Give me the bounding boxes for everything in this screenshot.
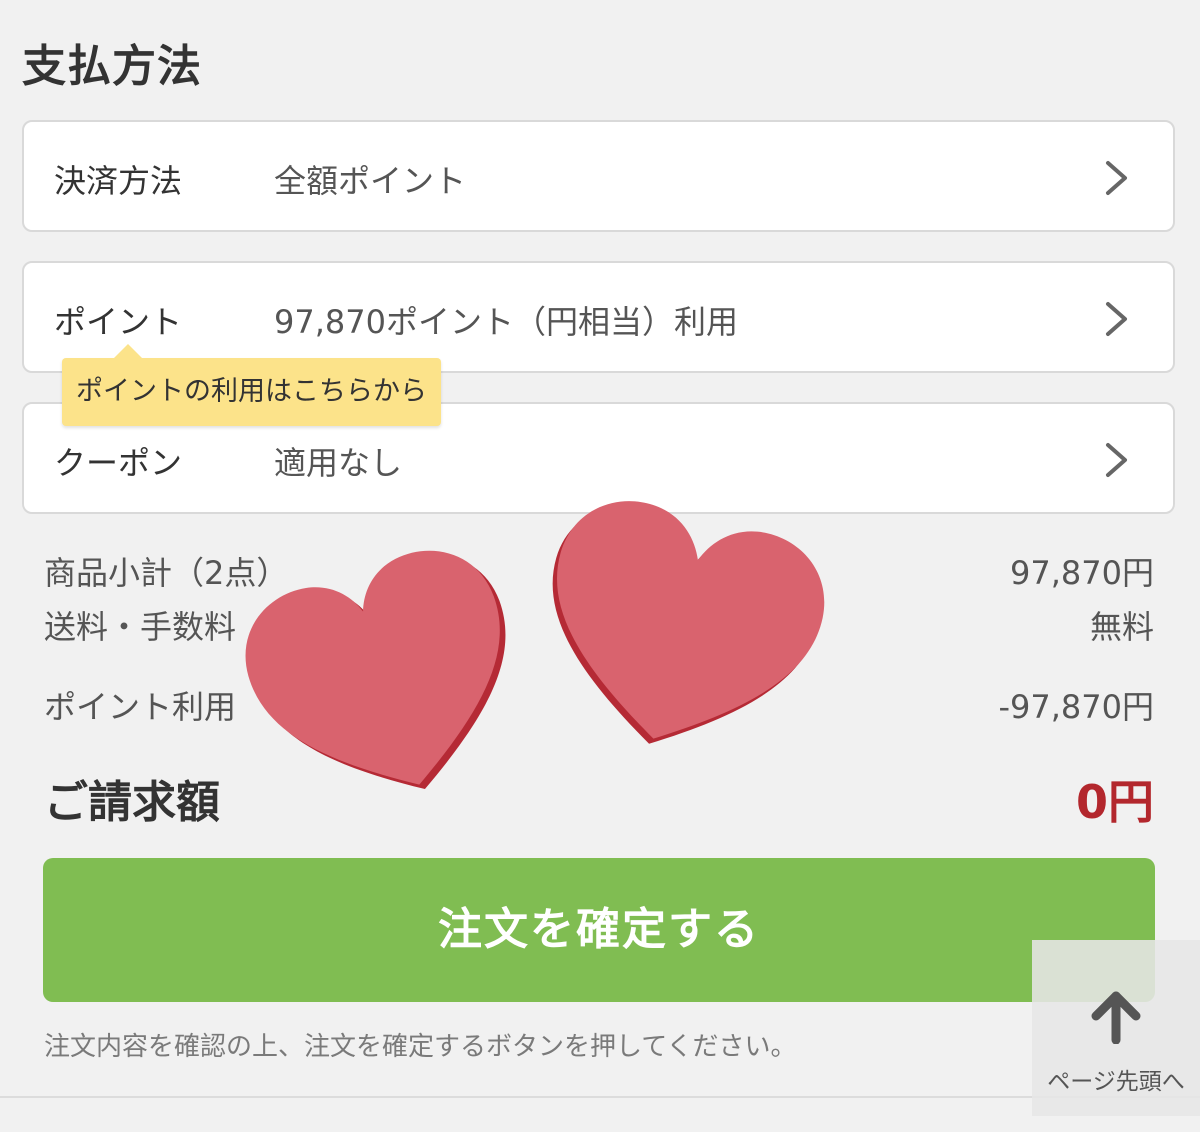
heart-sticker-left bbox=[245, 550, 506, 790]
points-used-label: ポイント利用 bbox=[44, 688, 237, 726]
total-value: 0円 bbox=[1075, 775, 1154, 829]
coupon-value: 適用なし bbox=[274, 444, 403, 482]
coupon-label: クーポン bbox=[54, 444, 183, 482]
arrow-up-icon bbox=[1091, 991, 1141, 1044]
shipping-label: 送料・手数料 bbox=[44, 608, 237, 646]
points-label: ポイント bbox=[54, 303, 183, 341]
confirm-note: 注文内容を確認の上、注文を確定するボタンを押してください。 bbox=[44, 1032, 797, 1062]
heart-sticker-right bbox=[552, 501, 825, 744]
shipping-value: 無料 bbox=[1089, 608, 1154, 646]
confirm-order-button[interactable]: 注文を確定する bbox=[43, 858, 1155, 1002]
chevron-right-icon bbox=[1106, 161, 1127, 195]
page-top-label: ページ先頭へ bbox=[1047, 1069, 1185, 1095]
payment-method-value: 全額ポイント bbox=[274, 162, 467, 200]
subtotal-value: 97,870円 bbox=[1010, 554, 1154, 592]
tooltip-arrow bbox=[114, 344, 142, 358]
page-top-button[interactable]: ページ先頭へ bbox=[1032, 940, 1200, 1116]
points-value: 97,870ポイント（円相当）利用 bbox=[274, 303, 738, 341]
chevron-right-icon bbox=[1106, 302, 1127, 336]
tooltip-text: ポイントの利用はこちらから bbox=[76, 376, 427, 407]
payment-method-label: 決済方法 bbox=[54, 162, 183, 200]
points-tooltip[interactable]: ポイントの利用はこちらから bbox=[62, 344, 441, 426]
points-row[interactable]: ポイント 97,870ポイント（円相当）利用 bbox=[22, 261, 1175, 373]
chevron-right-icon bbox=[1106, 443, 1127, 477]
points-used-value: -97,870円 bbox=[998, 688, 1154, 726]
section-title: 支払方法 bbox=[22, 41, 202, 92]
divider bbox=[0, 1096, 1200, 1098]
payment-method-row[interactable]: 決済方法 全額ポイント bbox=[22, 120, 1175, 232]
total-label: ご請求額 bbox=[44, 777, 220, 828]
